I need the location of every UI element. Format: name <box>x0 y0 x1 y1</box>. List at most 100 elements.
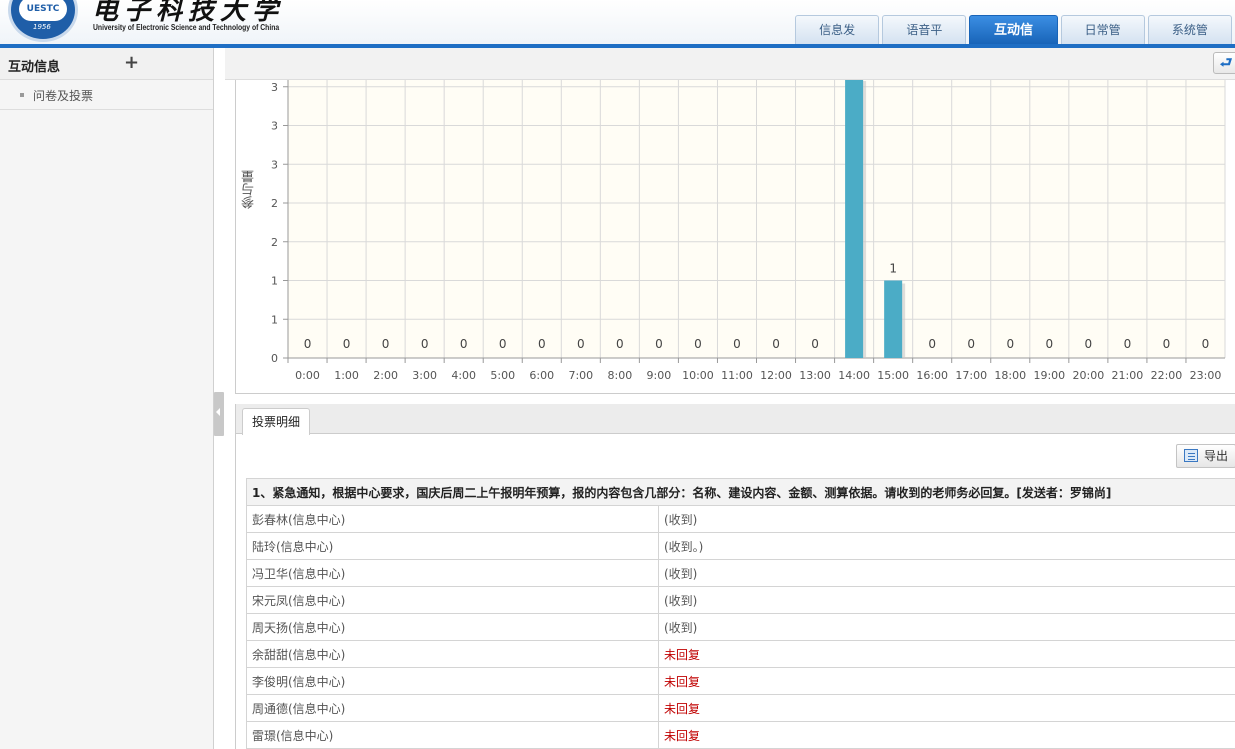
respondent-reply: 未回复 <box>658 694 1235 722</box>
respondent-reply: (收到) <box>658 613 1235 641</box>
tab-daily-management[interactable]: 日常管理 <box>1060 15 1145 66</box>
vote-detail-panel: 投票明细 导出 1、紧急通知，根据中心要求，国庆后周二上午报明年预算，报的内容包… <box>235 404 1235 749</box>
bar-value-label: 0 <box>343 337 351 351</box>
logo-year: 1956 <box>33 23 51 31</box>
bar-value-label: 0 <box>655 337 663 351</box>
table-row: 雷璟(信息中心) 未回复 <box>246 721 1235 749</box>
respondent-reply: (收到。) <box>658 532 1235 560</box>
main-tabs: 信息发布 语音平台 互动信息 日常管理 系统管理 <box>795 15 1235 67</box>
x-tick-label: 3:00 <box>412 369 437 382</box>
export-label: 导出 <box>1204 449 1229 463</box>
tab-vote-detail[interactable]: 投票明细 <box>242 408 311 435</box>
export-icon <box>1184 449 1198 462</box>
sidebar-collapse-handle[interactable] <box>214 392 224 436</box>
table-row: 李俊明(信息中心) 未回复 <box>246 667 1235 695</box>
x-tick-label: 8:00 <box>608 369 633 382</box>
y-tick-label: 3 <box>271 158 278 171</box>
y-tick-label: 1 <box>271 275 278 288</box>
export-button[interactable]: 导出 <box>1176 444 1235 468</box>
respondent-name: 陆玲(信息中心) <box>246 532 659 560</box>
respondent-name: 宋元凤(信息中心) <box>246 586 659 614</box>
tab-system-management[interactable]: 系统管理 <box>1147 15 1233 66</box>
bar-value-label: 0 <box>928 337 936 351</box>
bar-value-label: 0 <box>1045 337 1053 351</box>
x-tick-label: 9:00 <box>647 369 672 382</box>
x-tick-label: 2:00 <box>373 369 398 382</box>
sidebar: 互动信息 + 问卷及投票 <box>0 48 214 749</box>
x-tick-label: 23:00 <box>1190 369 1222 382</box>
bullet-icon <box>20 93 24 97</box>
refresh-icon[interactable]: ⮐ <box>1213 52 1235 74</box>
x-tick-label: 5:00 <box>490 369 515 382</box>
bar-value-label: 0 <box>499 337 507 351</box>
chart-y-axis-label: 参与量 <box>242 170 257 210</box>
respondent-name: 周通德(信息中心) <box>246 694 659 722</box>
x-tick-label: 22:00 <box>1151 369 1183 382</box>
participation-bar-chart: 0 1 1 2 2 3 3 3 0 0:00 0 1:00 0 2:00 0 3:00 0 4:00 0 5:00 0 6… <box>271 80 1226 382</box>
x-tick-label: 17:00 <box>955 369 987 382</box>
x-tick-label: 12:00 <box>760 369 792 382</box>
plus-icon[interactable]: + <box>124 53 139 73</box>
bar-value-label: 0 <box>421 337 429 351</box>
x-tick-label: 6:00 <box>529 369 554 382</box>
tab-voice-platform[interactable]: 语音平台 <box>882 15 967 66</box>
sidebar-item-survey-vote[interactable]: 问卷及投票 <box>0 80 213 110</box>
x-tick-label: 14:00 <box>838 369 870 382</box>
detail-tabbar: 投票明细 <box>236 404 1235 435</box>
bar-value-label: 0 <box>1085 337 1093 351</box>
respondent-name: 余甜甜(信息中心) <box>246 640 659 668</box>
vote-detail-table: 1、紧急通知，根据中心要求，国庆后周二上午报明年预算，报的内容包含几部分：名称、… <box>246 478 1235 749</box>
app-header: UESTC 1956 电子科技大学 University of Electron… <box>0 0 1235 67</box>
x-tick-label: 10:00 <box>682 369 714 382</box>
bar-value-label: 0 <box>1006 337 1014 351</box>
bar-value-label: 0 <box>460 337 468 351</box>
bar-value-label: 0 <box>772 337 780 351</box>
y-tick-label: 2 <box>271 236 278 249</box>
bar-value-label: 0 <box>1163 337 1171 351</box>
respondent-name: 李俊明(信息中心) <box>246 667 659 695</box>
respondent-name: 周天扬(信息中心) <box>246 613 659 641</box>
tab-info-publish[interactable]: 信息发布 <box>795 15 880 66</box>
sidebar-header: 互动信息 + <box>0 48 213 80</box>
x-tick-label: 13:00 <box>799 369 831 382</box>
table-row: 周通德(信息中心) 未回复 <box>246 694 1235 722</box>
bar-value-label: 0 <box>538 337 546 351</box>
x-tick-label: 15:00 <box>877 369 909 382</box>
table-row: 冯卫华(信息中心) (收到) <box>246 559 1235 587</box>
y-tick-label: 3 <box>271 120 278 133</box>
x-tick-label: 7:00 <box>568 369 593 382</box>
x-tick-label: 21:00 <box>1112 369 1144 382</box>
question-text: 1、紧急通知，根据中心要求，国庆后周二上午报明年预算，报的内容包含几部分：名称、… <box>246 478 1235 506</box>
table-row: 陆玲(信息中心) (收到。) <box>246 532 1235 560</box>
logo-text: UESTC <box>19 0 67 21</box>
bar-value-label: 0 <box>733 337 741 351</box>
bar-value-label: 1 <box>889 262 897 276</box>
tab-interactive-info[interactable]: 互动信息 <box>969 15 1058 67</box>
bar-value-label: 0 <box>1124 337 1132 351</box>
y-tick-label: 0 <box>271 352 278 365</box>
y-tick-label: 2 <box>271 197 278 210</box>
bar-value-label: 0 <box>694 337 702 351</box>
university-name-en: University of Electronic Science and Tec… <box>93 23 280 32</box>
table-row: 余甜甜(信息中心) 未回复 <box>246 640 1235 668</box>
x-tick-label: 18:00 <box>994 369 1026 382</box>
respondent-name: 雷璟(信息中心) <box>246 721 659 749</box>
respondent-reply: (收到) <box>658 505 1235 533</box>
main-toolbar: ⮐ <box>225 48 1235 80</box>
bar-value-label: 0 <box>304 337 312 351</box>
respondent-name: 冯卫华(信息中心) <box>246 559 659 587</box>
question-row: 1、紧急通知，根据中心要求，国庆后周二上午报明年预算，报的内容包含几部分：名称、… <box>246 478 1235 506</box>
table-row: 彭春林(信息中心) (收到) <box>246 505 1235 533</box>
respondent-reply: (收到) <box>658 586 1235 614</box>
table-row: 周天扬(信息中心) (收到) <box>246 613 1235 641</box>
respondent-reply: (收到) <box>658 559 1235 587</box>
respondent-name: 彭春林(信息中心) <box>246 505 659 533</box>
bar-value-label: 0 <box>1202 337 1210 351</box>
sidebar-item-label: 问卷及投票 <box>33 89 94 103</box>
bar-value-label: 0 <box>616 337 624 351</box>
bar-value-label: 0 <box>577 337 585 351</box>
x-tick-label: 4:00 <box>451 369 476 382</box>
respondent-reply: 未回复 <box>658 721 1235 749</box>
respondent-reply: 未回复 <box>658 667 1235 695</box>
x-tick-label: 11:00 <box>721 369 753 382</box>
